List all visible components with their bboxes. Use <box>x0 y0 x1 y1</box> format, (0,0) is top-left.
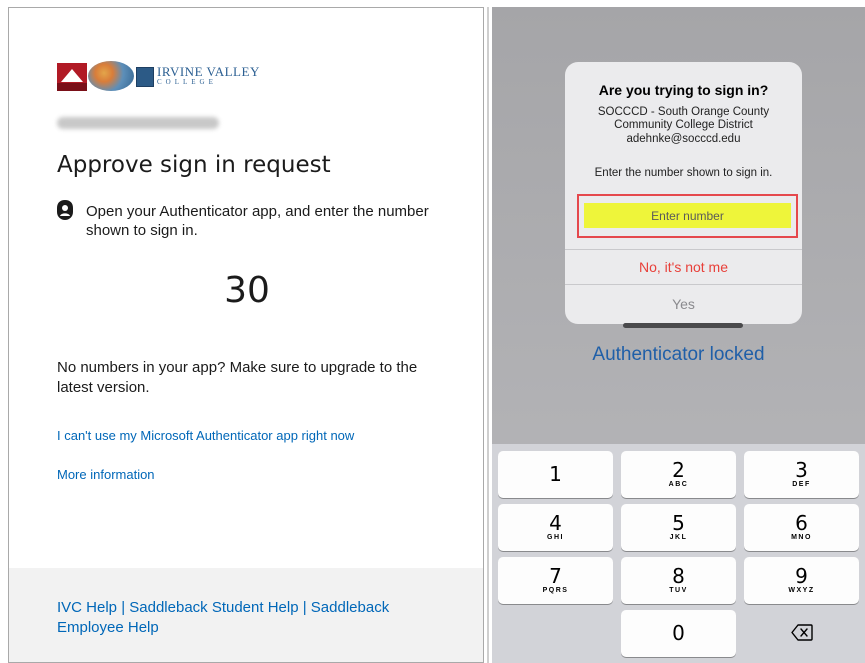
numeric-keypad: 1 2 ABC 3 DEF 4 GHI 5 JKL 6 MNO 7 PQRS 8… <box>492 444 865 663</box>
phone-screen: Are you trying to sign in? SOCCCD - Sout… <box>492 7 865 663</box>
key-2[interactable]: 2 ABC <box>621 451 736 498</box>
key-digit: 2 <box>672 458 685 482</box>
footer-separator: | <box>298 599 311 616</box>
backspace-icon <box>790 624 813 641</box>
cant-use-authenticator-link[interactable]: I can't use my Microsoft Authenticator a… <box>57 428 354 443</box>
key-letters: JKL <box>669 534 688 541</box>
number-input-highlight <box>577 194 798 238</box>
footer-links: IVC Help | Saddleback Student Help | Sad… <box>57 598 437 638</box>
sign-in-panel: IRVINE VALLEY COLLEGE Approve sign in re… <box>8 7 484 663</box>
dialog-organization: SOCCCD - South Orange County Community C… <box>597 106 770 131</box>
key-digit: 9 <box>795 564 808 588</box>
college-logos: IRVINE VALLEY COLLEGE <box>57 61 317 95</box>
panel-divider <box>487 7 489 663</box>
key-letters: PQRS <box>542 587 569 594</box>
dialog-title: Are you trying to sign in? <box>598 82 769 98</box>
upgrade-notice: No numbers in your app? Make sure to upg… <box>57 359 418 396</box>
ivc-logo-subtext: COLLEGE <box>157 78 217 86</box>
authenticator-lock-icon <box>57 200 73 220</box>
key-8[interactable]: 8 TUV <box>621 557 736 604</box>
key-3[interactable]: 3 DEF <box>744 451 859 498</box>
key-letters: MNO <box>791 534 812 541</box>
sign-in-number: 30 <box>224 270 270 311</box>
key-letters: GHI <box>547 534 564 541</box>
key-digit: 4 <box>549 511 562 535</box>
approve-button[interactable]: Yes <box>565 285 802 323</box>
backspace-key[interactable] <box>744 610 859 657</box>
dialog-email: adehnke@socccd.edu <box>626 133 741 145</box>
footer-separator: | <box>117 599 130 616</box>
key-digit: 1 <box>549 462 562 486</box>
ivc-crest-logo <box>136 67 154 87</box>
ivc-help-link[interactable]: IVC Help <box>57 599 117 616</box>
saddleback-student-help-link[interactable]: Saddleback Student Help <box>129 599 298 616</box>
more-information-link[interactable]: More information <box>57 467 155 482</box>
key-digit: 0 <box>672 621 685 645</box>
dialog-prompt: Enter the number shown to sign in. <box>594 167 773 179</box>
key-digit: 7 <box>549 564 562 588</box>
key-letters: DEF <box>792 481 811 488</box>
authenticator-status: Authenticator locked <box>592 344 765 365</box>
sign-in-alert-dialog: Are you trying to sign in? SOCCCD - Sout… <box>565 62 802 324</box>
help-footer: IVC Help | Saddleback Student Help | Sad… <box>9 568 483 662</box>
sheet-handle <box>623 323 743 328</box>
key-letters: TUV <box>669 587 688 594</box>
ivc-logo-text: IRVINE VALLEY <box>157 64 260 79</box>
key-7[interactable]: 7 PQRS <box>498 557 613 604</box>
instruction-text: Open your Authenticator app, and enter t… <box>86 203 429 239</box>
key-digit: 6 <box>795 511 808 535</box>
saddleback-logo <box>57 63 87 91</box>
key-0[interactable]: 0 <box>621 610 736 657</box>
key-5[interactable]: 5 JKL <box>621 504 736 551</box>
page-title: Approve sign in request <box>57 152 331 178</box>
key-digit: 3 <box>795 458 808 482</box>
key-6[interactable]: 6 MNO <box>744 504 859 551</box>
key-letters: ABC <box>668 481 689 488</box>
district-seal-logo <box>88 61 134 91</box>
deny-button[interactable]: No, it's not me <box>565 250 802 284</box>
key-9[interactable]: 9 WXYZ <box>744 557 859 604</box>
number-input[interactable] <box>584 203 791 228</box>
key-digit: 8 <box>672 564 685 588</box>
key-digit: 5 <box>672 511 685 535</box>
key-1[interactable]: 1 <box>498 451 613 498</box>
redacted-email <box>57 117 219 129</box>
key-4[interactable]: 4 GHI <box>498 504 613 551</box>
key-letters: WXYZ <box>788 587 815 594</box>
